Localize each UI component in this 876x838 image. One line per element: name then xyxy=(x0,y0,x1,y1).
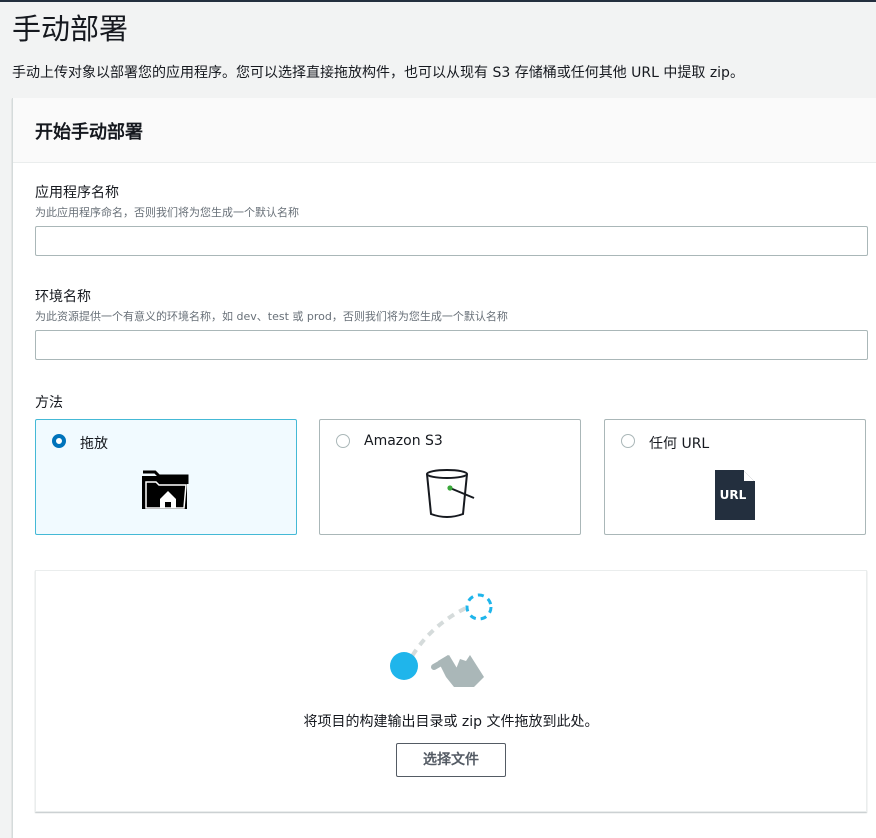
env-name-input[interactable] xyxy=(35,330,868,360)
method-option-label: 拖放 xyxy=(80,436,108,452)
method-option-label: Amazon S3 xyxy=(364,433,443,449)
s3-bucket-icon xyxy=(421,468,479,526)
radio-s3[interactable] xyxy=(336,434,350,448)
page-description: 手动上传对象以部署您的应用程序。您可以选择直接拖放构件，也可以从现有 S3 存储… xyxy=(12,65,744,81)
drag-hand-icon xyxy=(386,589,496,703)
env-name-label: 环境名称 xyxy=(35,289,91,305)
method-option-s3[interactable]: Amazon S3 xyxy=(319,419,581,535)
url-file-icon: URL xyxy=(711,468,759,526)
radio-drag-drop[interactable] xyxy=(52,434,66,448)
method-option-drag-drop[interactable]: 拖放 xyxy=(35,419,297,535)
manual-deploy-card: 开始手动部署 应用程序名称 为此应用程序命名，否则我们将为您生成一个默认名称 环… xyxy=(12,98,876,838)
drag-drop-folder-icon xyxy=(140,468,192,516)
method-label: 方法 xyxy=(35,395,63,411)
page-title: 手动部署 xyxy=(12,12,129,46)
radio-url[interactable] xyxy=(621,434,635,448)
file-drop-zone[interactable]: 将项目的构建输出目录或 zip 文件拖放到此处。 选择文件 xyxy=(35,570,867,812)
app-name-hint: 为此应用程序命名，否则我们将为您生成一个默认名称 xyxy=(35,206,299,219)
card-header: 开始手动部署 xyxy=(13,98,876,163)
method-option-url[interactable]: 任何 URL URL xyxy=(604,419,866,535)
top-border xyxy=(0,0,876,2)
drop-zone-instructions: 将项目的构建输出目录或 zip 文件拖放到此处。 xyxy=(303,714,599,730)
method-option-label: 任何 URL xyxy=(649,436,710,452)
url-icon-text: URL xyxy=(719,488,747,502)
env-name-hint: 为此资源提供一个有意义的环境名称，如 dev、test 或 prod，否则我们将… xyxy=(35,310,508,323)
app-name-label: 应用程序名称 xyxy=(35,185,119,201)
app-name-input[interactable] xyxy=(35,226,868,256)
choose-file-button[interactable]: 选择文件 xyxy=(396,743,506,777)
card-title: 开始手动部署 xyxy=(35,122,143,143)
